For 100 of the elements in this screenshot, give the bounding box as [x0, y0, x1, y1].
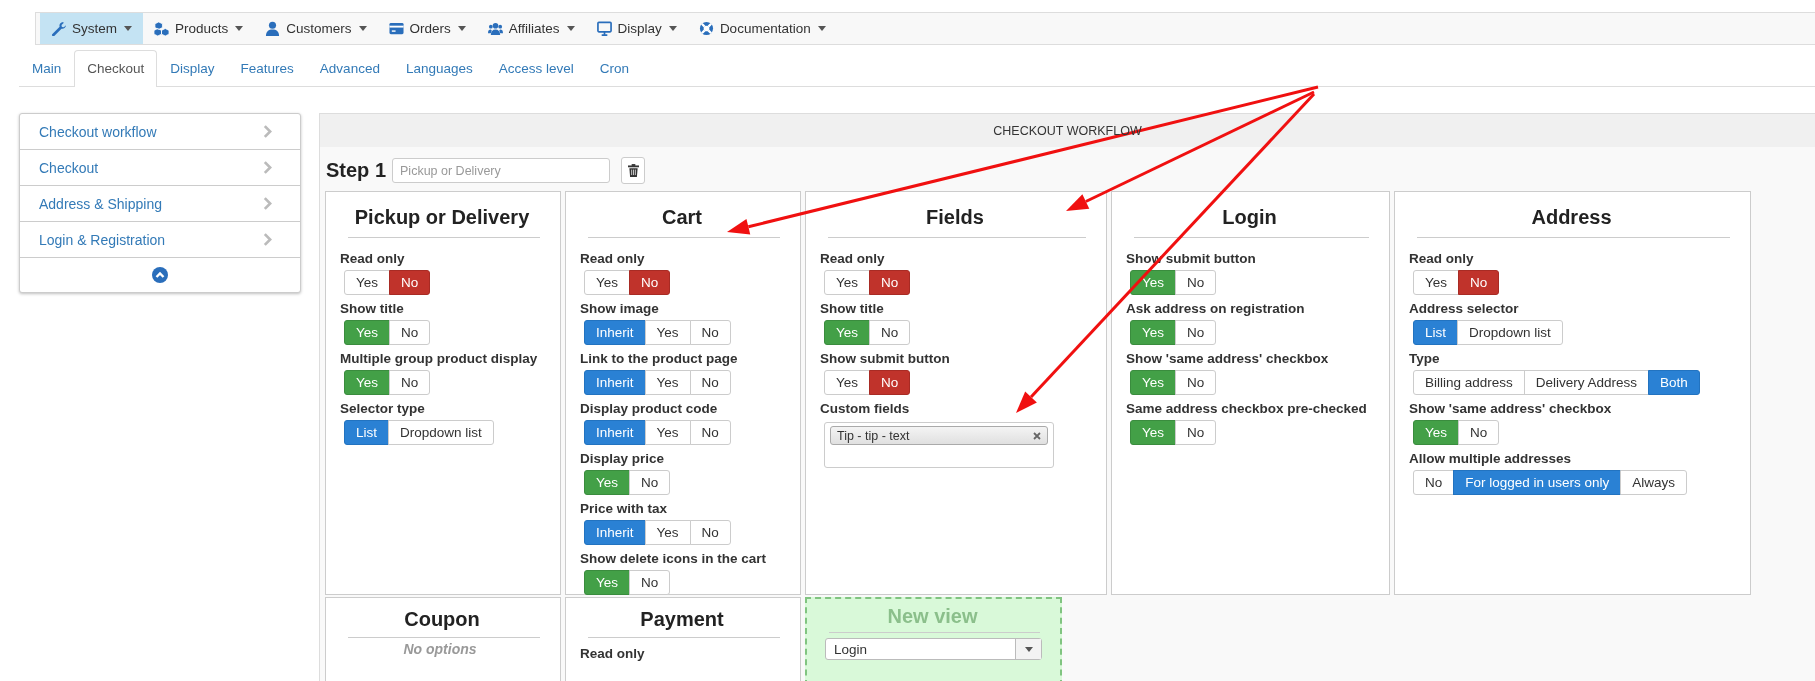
tag-label: Tip - tip - text: [837, 428, 910, 443]
field-label: Show 'same address' checkbox: [1409, 400, 1613, 418]
option-button[interactable]: No: [1175, 420, 1217, 445]
option-button[interactable]: Always: [1620, 470, 1688, 495]
option-button[interactable]: No: [869, 320, 911, 345]
menu-item[interactable]: Products: [143, 13, 255, 44]
caret-icon: [817, 26, 826, 31]
chevron-right-icon: [263, 233, 272, 246]
option-button[interactable]: Both: [1648, 370, 1700, 395]
tab[interactable]: Main: [19, 50, 75, 86]
caret-icon: [457, 26, 466, 31]
option-button[interactable]: Yes: [584, 270, 631, 295]
custom-fields-input[interactable]: Tip - tip - text: [824, 422, 1054, 468]
option-button[interactable]: No: [1413, 470, 1455, 495]
option-button[interactable]: No: [1175, 370, 1217, 395]
option-button[interactable]: No: [389, 320, 431, 345]
option-button[interactable]: Yes: [824, 370, 871, 395]
option-button[interactable]: Billing address: [1413, 370, 1525, 395]
option-button[interactable]: Yes: [824, 270, 871, 295]
delete-button[interactable]: [621, 157, 646, 184]
option-button[interactable]: No: [689, 320, 731, 345]
chevron-right-icon: [263, 161, 272, 174]
option-button[interactable]: No: [689, 370, 731, 395]
sidebar-item[interactable]: Checkout workflow: [20, 114, 300, 150]
tab[interactable]: Display: [157, 50, 228, 86]
field-label: Selector type: [340, 400, 426, 418]
option-button[interactable]: For logged in users only: [1453, 470, 1622, 495]
card-title: Fields: [925, 205, 985, 230]
tab[interactable]: Access level: [485, 50, 587, 86]
field-label: Read only: [820, 250, 886, 268]
sidebar-item[interactable]: Login & Registration: [20, 222, 300, 258]
caret-icon: [1025, 646, 1033, 652]
field-label: Same address checkbox pre-checked: [1126, 400, 1368, 418]
menu-item[interactable]: Affiliates: [476, 13, 586, 44]
card-title: Address: [1530, 205, 1613, 230]
option-button[interactable]: No: [389, 370, 431, 395]
user-icon: [265, 21, 281, 36]
tab[interactable]: Features: [227, 50, 307, 86]
field-label: Allow multiple addresses: [1409, 450, 1573, 468]
option-button[interactable]: Yes: [344, 270, 391, 295]
option-button[interactable]: No: [1175, 320, 1217, 345]
option-button[interactable]: Inherit: [584, 420, 646, 445]
option-button[interactable]: Inherit: [584, 370, 646, 395]
view-select[interactable]: Login: [825, 638, 1042, 660]
card-title: Payment: [639, 607, 725, 632]
option-button[interactable]: Inherit: [584, 320, 646, 345]
wrench-icon: [51, 21, 66, 36]
field-label: Read only: [1409, 250, 1475, 268]
option-button[interactable]: Dropdown list: [1457, 320, 1563, 345]
option-button[interactable]: Yes: [644, 370, 691, 395]
card-title: Pickup or Delivery: [353, 205, 531, 230]
option-button[interactable]: No: [1458, 270, 1500, 295]
field-label: Read only: [340, 250, 406, 268]
field-label: Show image: [580, 300, 660, 318]
option-button[interactable]: Yes: [644, 320, 691, 345]
option-button[interactable]: Inherit: [584, 520, 646, 545]
option-button[interactable]: No: [1458, 420, 1500, 445]
tab[interactable]: Checkout: [74, 50, 158, 87]
sidebar-item[interactable]: Checkout: [20, 150, 300, 186]
field-label: Multiple group product display: [340, 350, 539, 368]
sidebar-item[interactable]: Address & Shipping: [20, 186, 300, 222]
option-button[interactable]: List: [344, 420, 389, 445]
tab[interactable]: Advanced: [306, 50, 393, 86]
tab[interactable]: Languages: [392, 50, 486, 86]
option-button[interactable]: No: [629, 270, 671, 295]
caret-icon: [566, 26, 575, 31]
no-options-text: No options: [402, 641, 478, 657]
caret-icon: [668, 26, 677, 31]
option-button[interactable]: No: [689, 520, 731, 545]
tab[interactable]: Cron: [586, 50, 643, 86]
step-name-field[interactable]: Pickup or Delivery: [392, 158, 611, 183]
menu-item[interactable]: System: [40, 13, 143, 44]
menu-item[interactable]: Orders: [377, 13, 477, 44]
option-button[interactable]: No: [389, 270, 431, 295]
field-label: Show title: [820, 300, 885, 318]
users-icon: [487, 21, 503, 36]
field-label: Price with tax: [580, 500, 669, 518]
field-label: Display price: [580, 450, 666, 468]
option-button[interactable]: No: [1175, 270, 1217, 295]
menu-item[interactable]: Display: [585, 13, 688, 44]
option-button[interactable]: Yes: [644, 420, 691, 445]
menu-item[interactable]: Documentation: [687, 13, 837, 44]
lifebuoy-icon: [698, 21, 714, 36]
chevron-right-icon: [263, 125, 272, 138]
trash-icon: [627, 164, 639, 177]
option-button[interactable]: No: [629, 470, 671, 495]
card-title: Cart: [661, 205, 703, 230]
option-button[interactable]: No: [869, 270, 911, 295]
card-title: Login: [1221, 205, 1278, 230]
card-title: New view: [886, 604, 979, 629]
menu-item[interactable]: Customers: [254, 13, 378, 44]
option-button[interactable]: No: [869, 370, 911, 395]
option-button[interactable]: No: [629, 570, 671, 595]
option-button[interactable]: Yes: [644, 520, 691, 545]
option-button[interactable]: List: [1413, 320, 1458, 345]
option-button[interactable]: No: [689, 420, 731, 445]
collapse-up-icon: [152, 267, 168, 283]
option-button[interactable]: Delivery Address: [1523, 370, 1650, 395]
option-button[interactable]: Yes: [1413, 270, 1460, 295]
option-button[interactable]: Dropdown list: [388, 420, 494, 445]
